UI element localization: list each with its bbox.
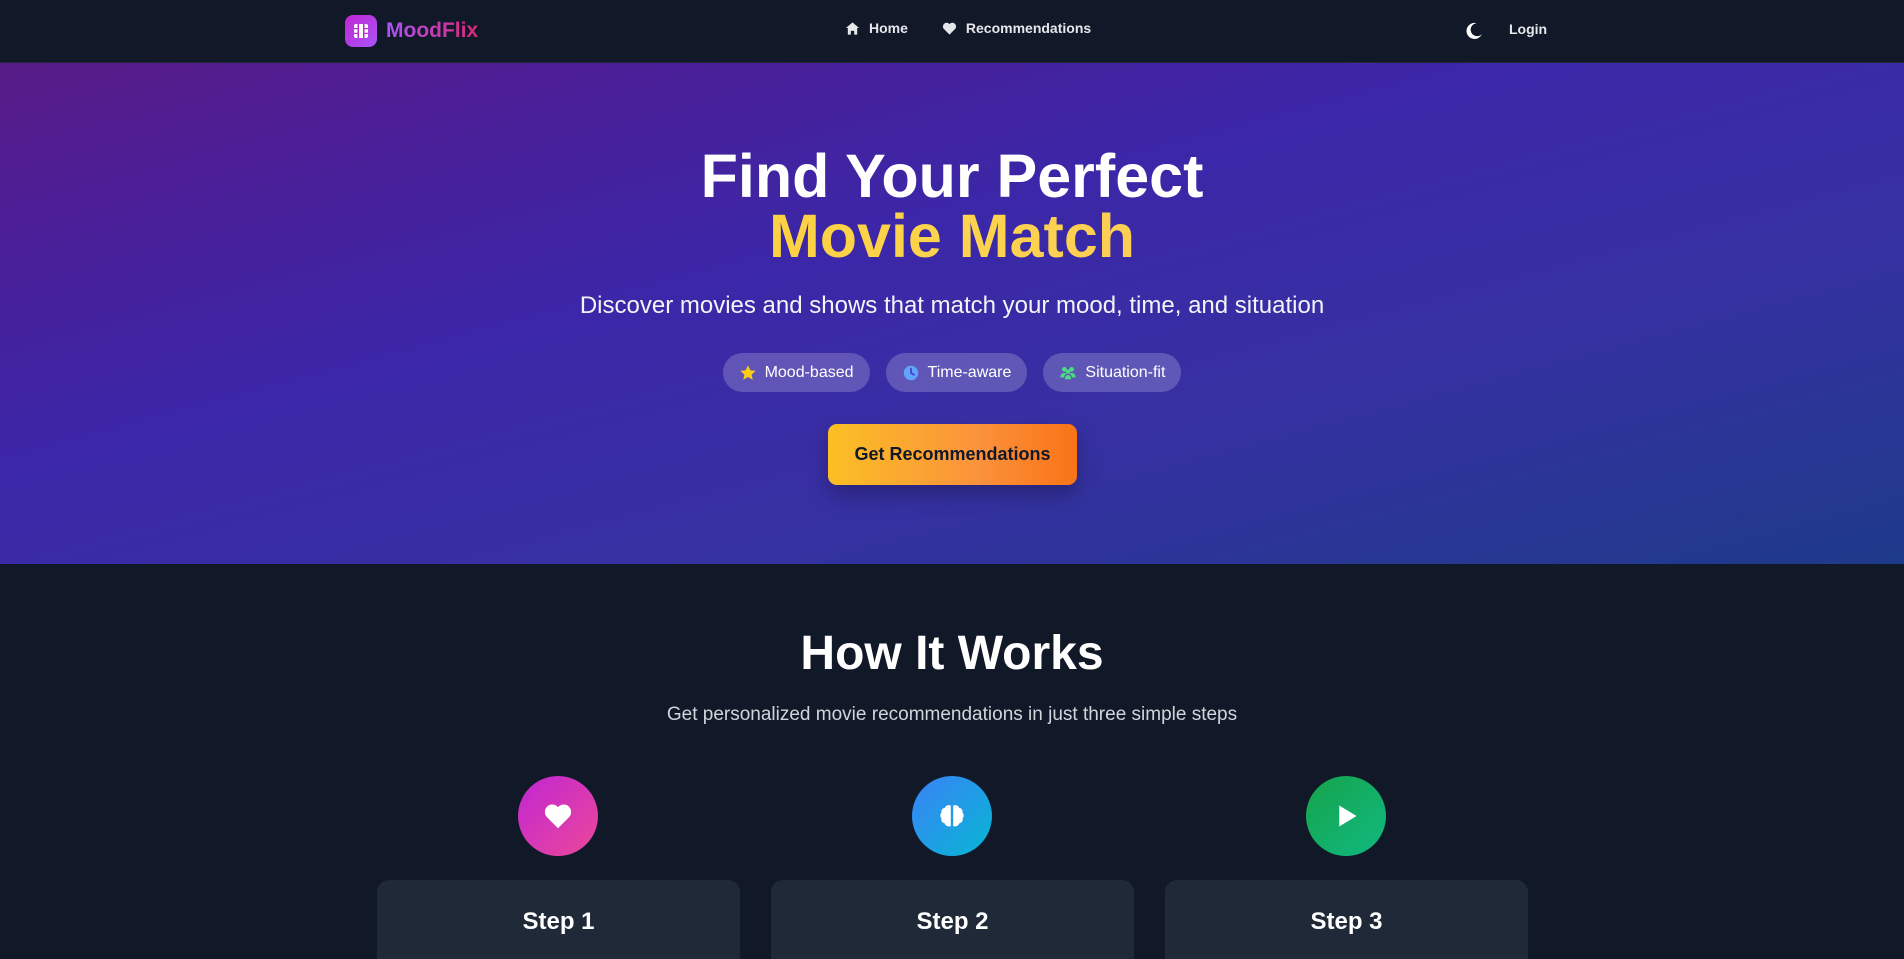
clock-icon: [903, 365, 918, 380]
step-3-badge: [1306, 776, 1386, 856]
feature-pills: Mood-based Time-aware Situation-fit: [0, 353, 1904, 392]
step-title: Step 2: [916, 908, 989, 935]
home-icon: [845, 21, 860, 35]
heart-icon: [942, 22, 956, 35]
hero-title-highlight: Movie Match: [0, 206, 1904, 267]
get-recommendations-button[interactable]: Get Recommendations: [828, 424, 1077, 485]
pill-label: Time-aware: [927, 363, 1012, 381]
theme-toggle-button[interactable]: [1464, 21, 1484, 41]
hero-section: Find Your Perfect Movie Match Discover m…: [0, 63, 1904, 564]
how-it-works-title: How It Works: [800, 627, 1104, 680]
step-card-1: Step 1: [377, 880, 740, 959]
pill-time-aware: Time-aware: [885, 353, 1028, 392]
star-icon: [739, 364, 756, 380]
hero-title-line1: Find Your Perfect: [700, 142, 1204, 210]
step-title: Step 3: [1310, 908, 1383, 935]
step-card-3: Step 3: [1165, 880, 1528, 959]
pill-label: Situation-fit: [1085, 363, 1166, 381]
step-title: Step 1: [522, 908, 595, 935]
pill-mood-based: Mood-based: [722, 353, 870, 392]
pill-situation-fit: Situation-fit: [1043, 353, 1182, 392]
moon-icon: [1466, 22, 1482, 39]
brand-logo-link[interactable]: MoodFlix: [345, 15, 478, 47]
users-icon: [1060, 366, 1077, 379]
pill-label: Mood-based: [764, 363, 854, 381]
hero-subtitle: Discover movies and shows that match you…: [579, 292, 1325, 319]
heart-icon: [544, 804, 572, 829]
main-nav: Home Recommendations: [845, 20, 1091, 36]
hero-title: Find Your Perfect Movie Match: [0, 146, 1904, 267]
nav-link-recommendations[interactable]: Recommendations: [942, 20, 1091, 36]
how-it-works-subtitle: Get personalized movie recommendations i…: [666, 704, 1238, 725]
nav-link-home[interactable]: Home: [845, 20, 908, 36]
brain-icon: [940, 805, 964, 827]
nav-link-label: Recommendations: [965, 20, 1092, 36]
film-icon: [345, 15, 377, 47]
step-1-badge: [518, 776, 598, 856]
nav-link-label: Home: [869, 20, 908, 36]
play-icon: [1339, 805, 1357, 827]
step-2-badge: [912, 776, 992, 856]
navbar: MoodFlix Home Recommendations Login: [0, 0, 1904, 63]
login-link[interactable]: Login: [1509, 21, 1547, 37]
brand-name: MoodFlix: [386, 19, 479, 42]
step-card-2: Step 2: [771, 880, 1134, 959]
